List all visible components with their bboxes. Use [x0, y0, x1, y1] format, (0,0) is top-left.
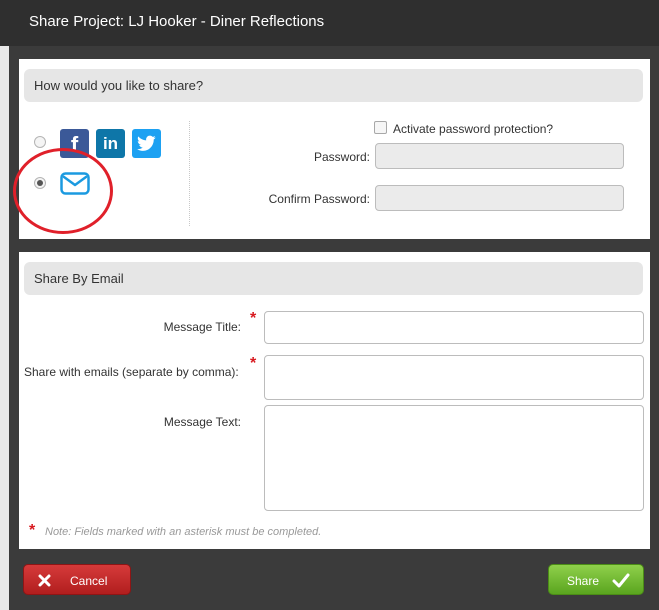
confirm-password-input[interactable]: [375, 185, 624, 211]
checkmark-icon: [612, 573, 630, 588]
close-icon: [38, 574, 51, 587]
share-button[interactable]: Share: [548, 564, 644, 595]
share-by-email-panel: Share By Email Message Title: * Share wi…: [19, 252, 650, 549]
linkedin-glyph: in: [102, 134, 119, 153]
note-required-marker: *: [29, 522, 36, 539]
share-by-email-header: Share By Email: [24, 262, 643, 295]
twitter-bird-glyph: [137, 135, 156, 151]
share-emails-input[interactable]: [264, 355, 644, 400]
cancel-button[interactable]: Cancel: [23, 564, 131, 595]
password-protection-checkbox[interactable]: [374, 121, 387, 134]
background-strip: [0, 46, 9, 610]
confirm-password-label: Confirm Password:: [268, 192, 370, 206]
password-input[interactable]: [375, 143, 624, 169]
highlight-circle: [13, 148, 113, 234]
password-protection-label: Activate password protection?: [393, 122, 554, 136]
share-method-panel: How would you like to share? f in Activa…: [19, 59, 650, 239]
required-fields-note: Note: Fields marked with an asterisk mus…: [45, 526, 322, 538]
dialog-title: Share Project: LJ Hooker - Diner Reflect…: [29, 13, 325, 30]
share-emails-required-marker: *: [250, 355, 257, 372]
message-text-area[interactable]: [264, 405, 644, 511]
message-title-required-marker: *: [250, 310, 257, 327]
share-emails-label: Share with emails (separate by comma):: [24, 365, 239, 379]
share-button-label: Share: [567, 574, 600, 588]
share-method-header-text: How would you like to share?: [34, 78, 204, 93]
share-options-divider: [189, 121, 190, 226]
share-by-email-header-text: Share By Email: [34, 271, 124, 286]
share-method-header: How would you like to share?: [24, 69, 643, 102]
message-title-label: Message Title:: [163, 320, 241, 334]
dialog-titlebar: Share Project: LJ Hooker - Diner Reflect…: [0, 0, 659, 46]
password-label: Password:: [313, 150, 370, 164]
message-title-input[interactable]: [264, 311, 644, 344]
message-text-label: Message Text:: [163, 415, 241, 429]
linkedin-icon[interactable]: in: [96, 129, 125, 158]
cancel-button-label: Cancel: [70, 574, 108, 588]
social-share-radio[interactable]: [34, 136, 46, 148]
twitter-icon[interactable]: [132, 129, 161, 158]
